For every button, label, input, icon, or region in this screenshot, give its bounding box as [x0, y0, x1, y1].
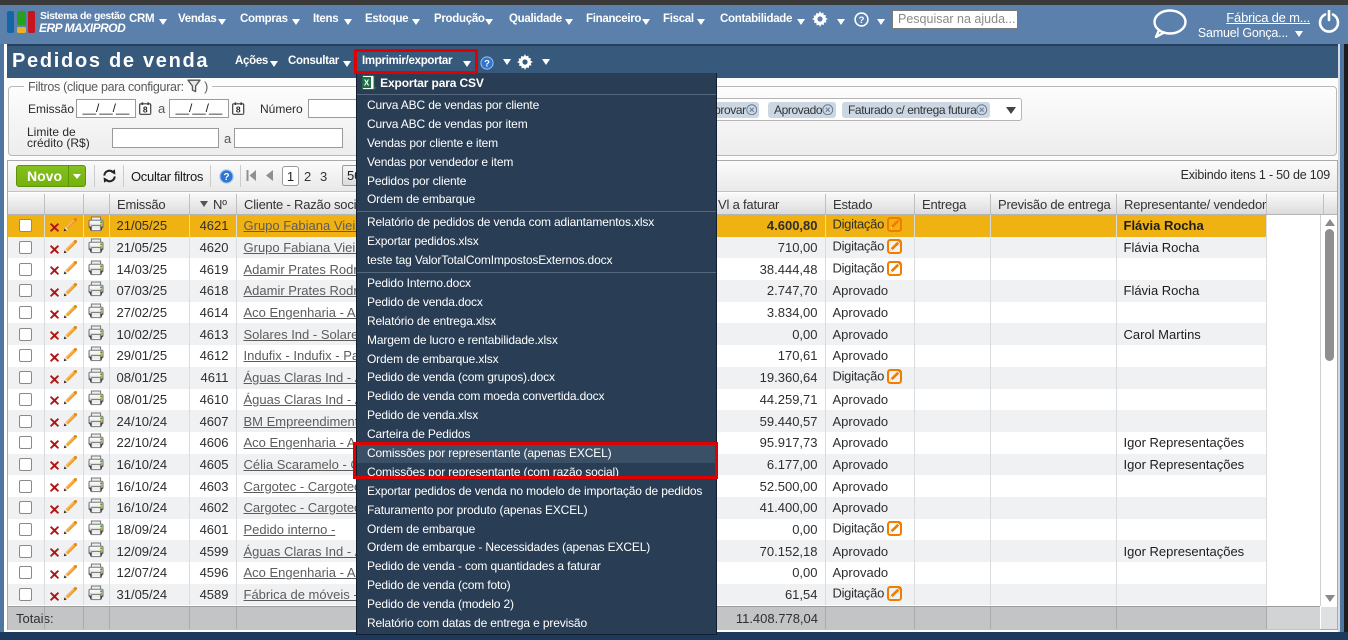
svg-text:?: ?	[859, 15, 865, 26]
svg-text:X: X	[364, 79, 370, 88]
svg-text:?: ?	[484, 58, 490, 69]
svg-text:?: ?	[223, 172, 229, 183]
svg-text:8: 8	[236, 104, 241, 114]
svg-text:8: 8	[143, 104, 148, 114]
